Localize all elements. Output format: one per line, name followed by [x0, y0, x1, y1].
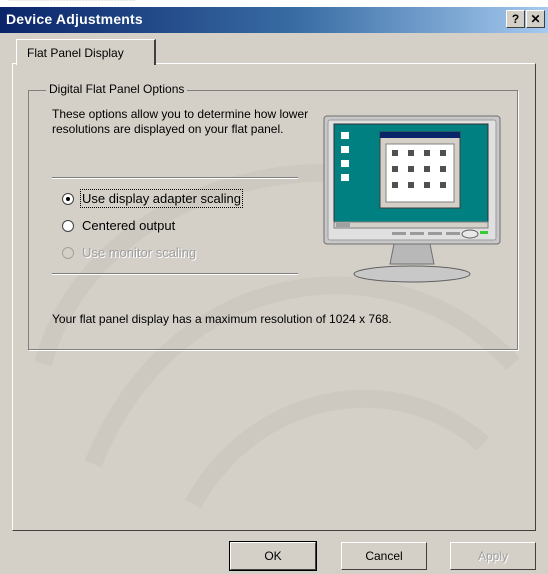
max-resolution-text: Your flat panel display has a maximum re…	[52, 312, 392, 326]
option-label: Use display adapter scaling	[80, 189, 243, 208]
tab-flat-panel-display[interactable]: Flat Panel Display	[16, 39, 156, 65]
dialog-window: Device Adjustments ? ✕ Flat Panel Displa…	[0, 7, 548, 574]
monitor-preview-icon	[323, 115, 501, 283]
group-description: These options allow you to determine how…	[52, 107, 309, 136]
help-button[interactable]: ?	[506, 10, 525, 28]
group-title: Digital Flat Panel Options	[46, 82, 188, 96]
top-strip: ▪▪▪▪▪▪▪▪▪▪▪▪▪▪▪▪▪▪▪▪▪▪▪▪▪▪▪▪▪▪▪▪▪▪▪▪▪▪▪▪	[0, 0, 548, 7]
title-bar[interactable]: Device Adjustments ? ✕	[0, 7, 548, 33]
radio-button[interactable]	[62, 220, 74, 232]
close-button[interactable]: ✕	[526, 10, 545, 28]
tab-label: Flat Panel Display	[27, 46, 124, 60]
option-label: Centered output	[82, 218, 176, 233]
option-label: Use monitor scaling	[82, 245, 197, 260]
apply-button[interactable]: Apply	[450, 542, 536, 570]
cancel-button[interactable]: Cancel	[341, 542, 427, 570]
radio-button[interactable]	[62, 247, 74, 259]
separator	[52, 177, 298, 179]
separator	[52, 273, 298, 275]
window-title: Device Adjustments	[6, 11, 143, 27]
ok-button[interactable]: OK	[229, 541, 317, 571]
cropped-caption: ▪▪▪▪▪▪▪▪▪▪▪▪▪▪▪▪▪▪▪▪▪▪▪▪▪▪▪▪▪▪▪▪▪▪▪▪▪▪▪▪	[8, 0, 136, 4]
radio-button[interactable]	[62, 193, 74, 205]
